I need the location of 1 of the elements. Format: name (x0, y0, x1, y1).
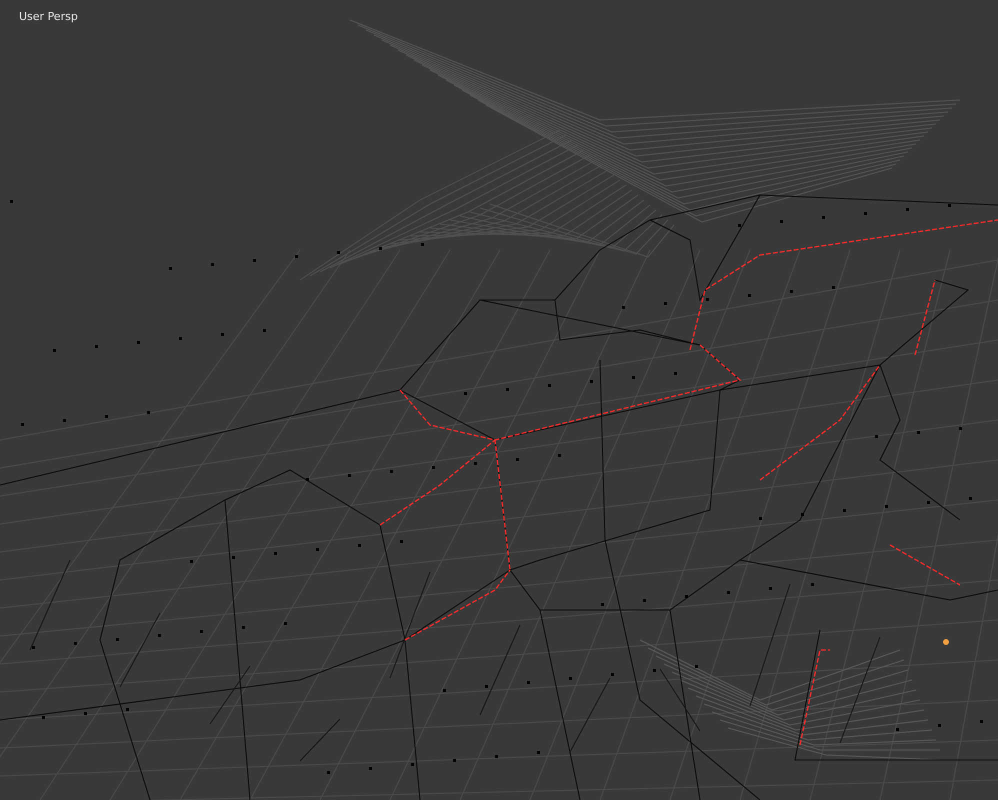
view-label: User Persp (19, 10, 78, 23)
